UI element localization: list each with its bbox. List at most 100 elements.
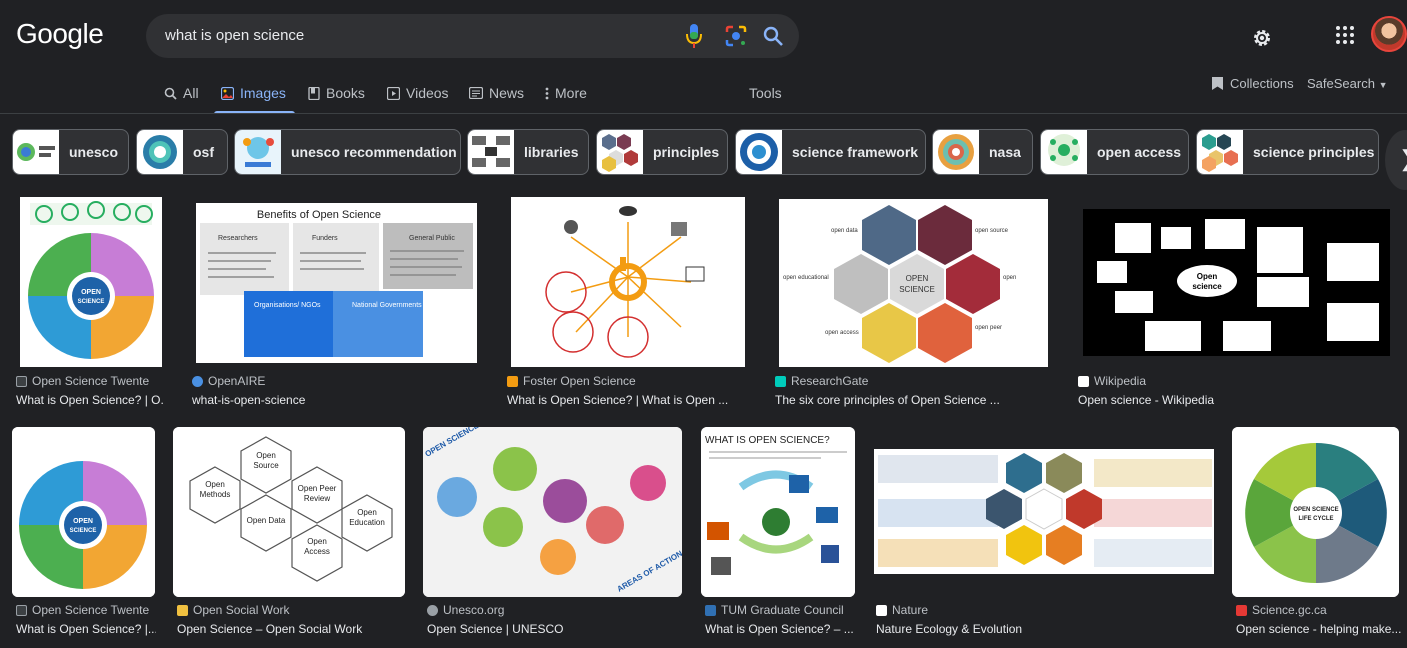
result-title[interactable]: What is Open Science? |... (16, 622, 156, 636)
result-source-name: Open Science Twente (32, 603, 150, 617)
camera-lens-icon[interactable] (724, 24, 748, 48)
result-title[interactable]: What is Open Science? | O... (16, 393, 164, 407)
result-title[interactable]: The six core principles of Open Science … (775, 393, 1055, 407)
chip-label: unesco (69, 144, 119, 160)
tools-button[interactable]: Tools (749, 85, 782, 101)
settings-gear-icon[interactable] (1251, 27, 1273, 49)
tab-books[interactable]: Books (308, 85, 365, 101)
result-thumbnail[interactable]: Open science (1083, 209, 1390, 356)
collections-label: Collections (1230, 76, 1294, 91)
svg-text:Open: Open (307, 537, 327, 546)
result-title[interactable]: Nature Ecology & Evolution (876, 622, 1216, 636)
chip-thumbnail (13, 130, 59, 174)
svg-text:OPEN: OPEN (73, 518, 93, 525)
svg-text:open educational: open educational (783, 275, 829, 281)
google-logo[interactable]: Google (16, 18, 104, 50)
chip-thumbnail (1197, 130, 1243, 174)
result-thumbnail[interactable]: OPEN SCIENCE AREAS OF ACTION (423, 427, 682, 597)
result-source-name: Nature (892, 603, 929, 617)
svg-text:LIFE CYCLE: LIFE CYCLE (1298, 516, 1333, 522)
tab-label: Books (326, 85, 365, 101)
tab-videos[interactable]: Videos (387, 85, 449, 101)
chip-nasa[interactable]: nasa (932, 129, 1033, 175)
apps-grid-icon[interactable] (1335, 25, 1355, 45)
favicon-icon (876, 604, 887, 616)
result-source[interactable]: Science.gc.ca (1236, 603, 1327, 617)
chip-osf[interactable]: osf (136, 129, 228, 175)
safesearch-dropdown[interactable]: SafeSearch ▼ (1307, 76, 1387, 91)
result-source[interactable]: Open Science Twente (16, 374, 149, 388)
result-source[interactable]: Open Social Work (177, 603, 290, 617)
result-source[interactable]: Wikipedia (1078, 374, 1146, 388)
result-thumbnail[interactable]: WHAT IS OPEN SCIENCE? (701, 427, 855, 597)
result-thumbnail[interactable]: OPEN SCIENCE (20, 197, 162, 367)
result-thumbnail[interactable]: Open Source Open Methods Open Peer Revie… (173, 427, 405, 597)
svg-text:Open: Open (357, 508, 377, 517)
svg-text:OPEN SCIENCE: OPEN SCIENCE (1293, 507, 1338, 513)
result-source[interactable]: Nature (876, 603, 928, 617)
result-title[interactable]: Open Science – Open Social Work (177, 622, 407, 636)
chip-unesco-recommendation[interactable]: unesco recommendation (234, 129, 461, 175)
tab-images[interactable]: Images (221, 85, 286, 101)
svg-text:Open: Open (1197, 272, 1218, 281)
tab-more[interactable]: More (545, 85, 587, 101)
tab-label: Images (240, 85, 286, 101)
search-icon (164, 87, 177, 100)
chip-thumbnail (235, 130, 281, 174)
svg-text:SCIENCE: SCIENCE (70, 528, 97, 534)
search-input[interactable]: what is open science (165, 27, 304, 44)
svg-text:Open: Open (205, 480, 225, 489)
account-avatar[interactable] (1371, 16, 1407, 52)
chip-libraries[interactable]: libraries (467, 129, 589, 175)
favicon-icon (1236, 604, 1247, 616)
result-title[interactable]: What is Open Science? | What is Open ... (507, 393, 747, 407)
chip-thumbnail (468, 130, 514, 174)
svg-text:Open: Open (256, 451, 276, 460)
result-source-name: Open Social Work (193, 603, 290, 617)
result-thumbnail[interactable] (874, 449, 1214, 574)
chip-thumbnail (933, 130, 979, 174)
result-source-name: Science.gc.ca (1252, 603, 1327, 617)
result-thumbnail[interactable]: OPEN SCIENCE open data open source open … (779, 199, 1048, 367)
result-thumbnail[interactable] (511, 197, 745, 367)
microphone-icon[interactable] (686, 22, 702, 50)
result-thumbnail[interactable]: OPEN SCIENCE (12, 427, 155, 597)
favicon-icon (705, 604, 716, 616)
chip-principles[interactable]: principles (596, 129, 728, 175)
safesearch-label: SafeSearch (1307, 76, 1375, 91)
chip-label: nasa (989, 144, 1021, 160)
chip-thumbnail (1041, 130, 1087, 174)
chip-science-framework[interactable]: science framework (735, 129, 926, 175)
result-thumbnail[interactable]: Benefits of Open Science Researchers Fun… (196, 203, 477, 363)
result-source-name: Unesco.org (443, 603, 505, 617)
result-source[interactable]: OpenAIRE (192, 374, 265, 388)
chips-next-button[interactable]: ❯ (1385, 130, 1407, 190)
result-source[interactable]: Foster Open Science (507, 374, 636, 388)
chip-open-access[interactable]: open access (1040, 129, 1189, 175)
result-title[interactable]: Open science - Wikipedia (1078, 393, 1388, 407)
result-title[interactable]: Open Science | UNESCO (427, 622, 677, 636)
tab-all[interactable]: All (164, 85, 199, 101)
result-source[interactable]: ResearchGate (775, 374, 868, 388)
chip-unesco[interactable]: unesco (12, 129, 129, 175)
svg-text:SCIENCE: SCIENCE (78, 299, 105, 305)
more-vertical-icon (545, 87, 549, 99)
chip-label: science framework (792, 144, 919, 160)
tab-news[interactable]: News (469, 85, 524, 101)
collections-button[interactable]: Collections (1211, 76, 1294, 91)
result-source[interactable]: Unesco.org (427, 603, 504, 617)
search-box[interactable]: what is open science (146, 14, 799, 58)
result-thumbnail[interactable]: OPEN SCIENCE LIFE CYCLE (1232, 427, 1399, 597)
search-icon[interactable] (762, 25, 784, 47)
result-title[interactable]: Open science - helping make... (1236, 622, 1404, 636)
result-source[interactable]: Open Science Twente (16, 603, 149, 617)
bookmark-icon (1212, 77, 1223, 90)
dropdown-arrow-icon: ▼ (1378, 80, 1388, 90)
chip-label: libraries (524, 144, 579, 160)
result-title[interactable]: what-is-open-science (192, 393, 477, 407)
result-title[interactable]: What is Open Science? – ... (705, 622, 853, 636)
chip-science-principles[interactable]: science principles (1196, 129, 1379, 175)
result-source[interactable]: TUM Graduate Council (705, 603, 844, 617)
chip-label: open access (1097, 144, 1182, 160)
result-source-name: OpenAIRE (208, 374, 266, 388)
